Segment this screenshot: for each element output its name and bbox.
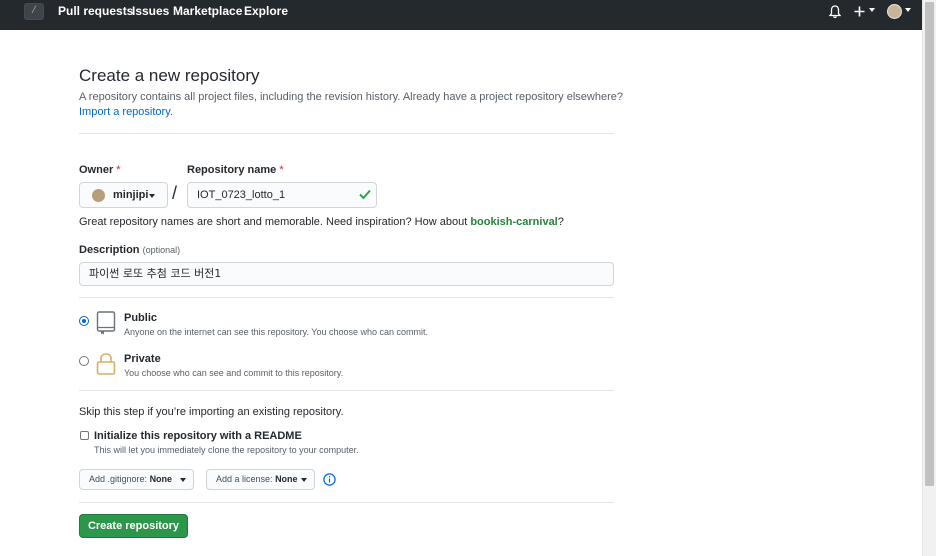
check-icon [359, 189, 371, 200]
owner-name: minjipi [113, 189, 149, 201]
lock-icon [96, 353, 116, 375]
private-description: You choose who can see and commit to thi… [124, 368, 344, 378]
bell-icon[interactable] [829, 5, 841, 19]
description-label: Description (optional) [79, 244, 181, 256]
chevron-down-icon[interactable] [905, 8, 911, 12]
readme-checkbox[interactable] [80, 431, 89, 440]
gitignore-select[interactable]: Add .gitignore: None [79, 469, 194, 490]
nav-marketplace[interactable]: Marketplace [173, 4, 242, 18]
owner-repo-separator: / [172, 183, 178, 203]
chevron-down-icon [180, 478, 186, 482]
info-icon[interactable] [323, 473, 336, 486]
public-description: Anyone on the internet can see this repo… [124, 327, 429, 337]
nav-pull-requests[interactable]: Pull requests [58, 4, 133, 18]
readme-description: This will let you immediately clone the … [94, 445, 359, 455]
chevron-down-icon [301, 478, 307, 482]
divider [79, 502, 614, 503]
create-repository-button[interactable]: Create repository [79, 514, 188, 538]
name-suggestion[interactable]: bookish-carnival [470, 216, 557, 228]
skip-hint: Skip this step if you’re importing an ex… [79, 406, 344, 418]
repository-name-input[interactable]: IOT_0723_lotto_1 [187, 182, 377, 208]
owner-label: Owner * [79, 164, 121, 176]
avatar[interactable] [887, 4, 902, 19]
page-title: Create a new repository [79, 66, 260, 85]
top-header: / Pull requests Issues Marketplace Explo… [0, 0, 922, 30]
import-repository-link[interactable]: Import a repository. [79, 106, 173, 118]
divider [79, 297, 614, 298]
public-title: Public [124, 312, 158, 324]
owner-select-button[interactable]: minjipi [79, 182, 168, 208]
owner-avatar [92, 189, 105, 202]
page-subtitle: A repository contains all project files,… [79, 91, 623, 103]
plus-icon[interactable] [854, 6, 865, 17]
readme-label[interactable]: Initialize this repository with a README [94, 430, 302, 442]
nav-issues[interactable]: Issues [132, 4, 169, 18]
search-slash-icon[interactable]: / [24, 3, 44, 20]
repo-name-label: Repository name * [187, 164, 284, 176]
nav-explore[interactable]: Explore [244, 4, 288, 18]
private-radio[interactable] [79, 356, 89, 366]
scrollbar-thumb[interactable] [925, 2, 934, 486]
license-select[interactable]: Add a license: None [206, 469, 315, 490]
chevron-down-icon [149, 194, 155, 198]
repo-icon [96, 311, 116, 335]
public-radio[interactable] [79, 316, 89, 326]
description-input[interactable]: 파이썬 로또 추첨 코드 버전1 [79, 262, 614, 286]
private-title: Private [124, 353, 161, 365]
divider [79, 390, 614, 391]
divider [79, 133, 614, 134]
name-hint: Great repository names are short and mem… [79, 216, 564, 228]
chevron-down-icon[interactable] [869, 8, 875, 12]
